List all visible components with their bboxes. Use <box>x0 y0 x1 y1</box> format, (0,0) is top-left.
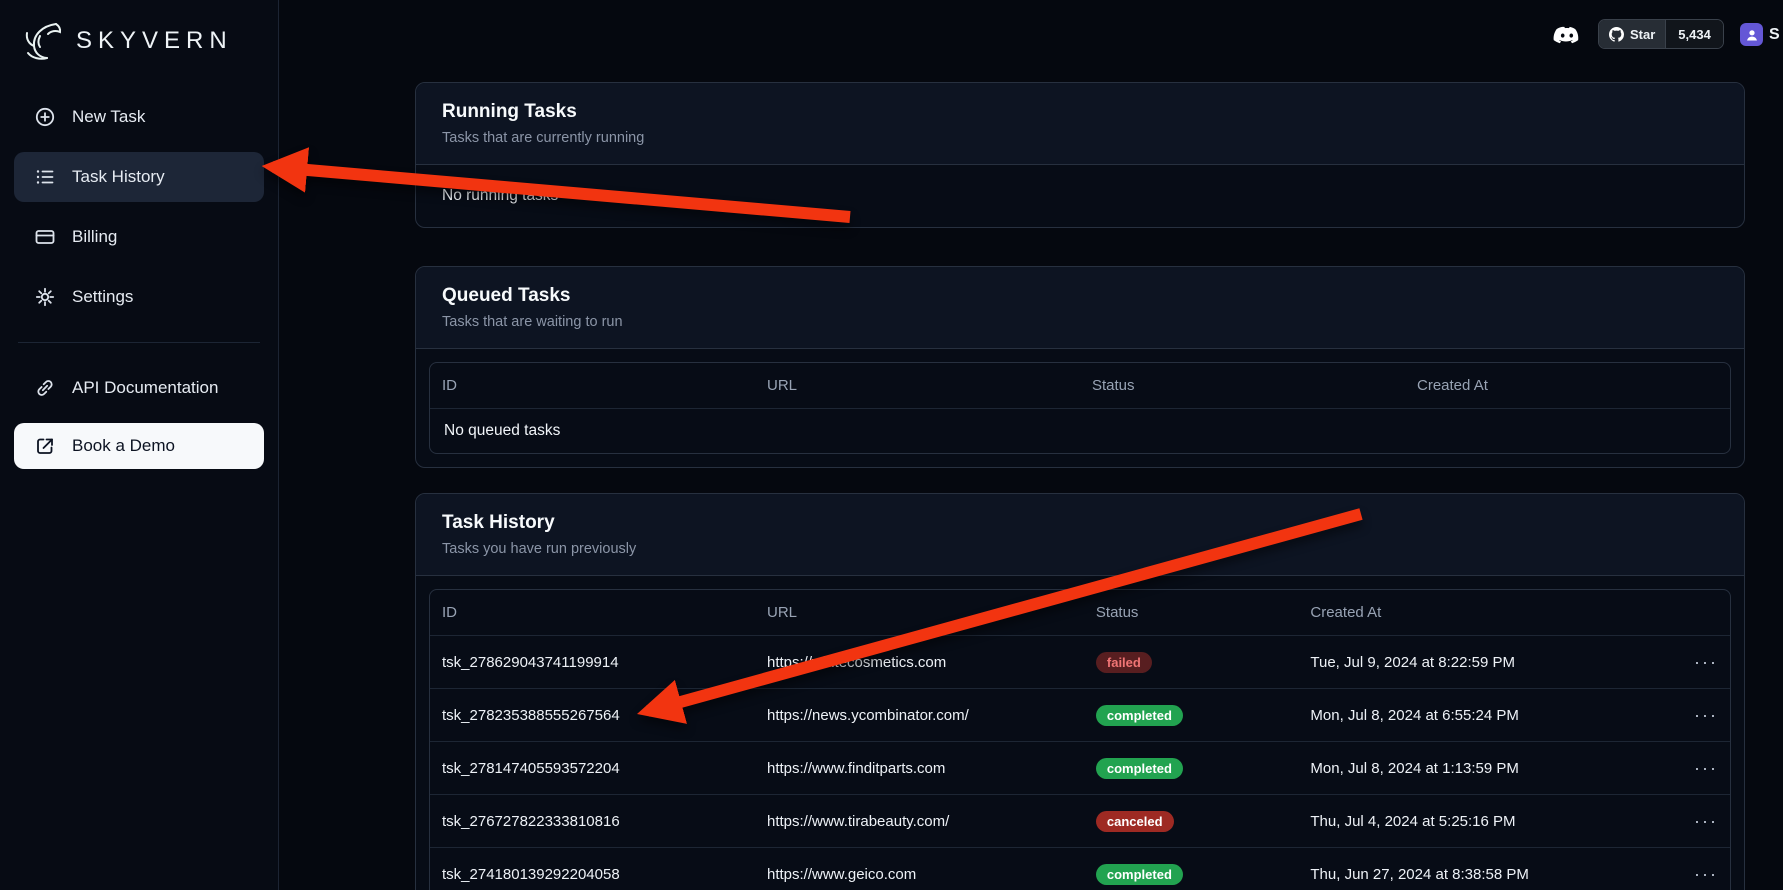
github-star-label: Star <box>1630 27 1655 42</box>
card-title: Task History <box>442 512 1718 534</box>
task-url: https://www.geico.com <box>755 866 1084 883</box>
queued-tasks-empty: No queued tasks <box>430 408 1730 453</box>
sidebar-item-api-documentation[interactable]: API Documentation <box>14 363 264 413</box>
external-link-icon <box>34 435 56 457</box>
row-actions-button[interactable]: ··· <box>1682 758 1730 779</box>
sidebar-item-label: Task History <box>72 167 165 187</box>
task-id: tsk_278629043741199914 <box>430 654 755 671</box>
gear-icon <box>34 286 56 308</box>
task-history-card: Task History Tasks you have run previous… <box>415 493 1745 890</box>
task-id: tsk_278147405593572204 <box>430 760 755 777</box>
column-header-created: Created At <box>1405 377 1730 394</box>
task-url: https://news.ycombinator.com/ <box>755 707 1084 724</box>
running-tasks-header: Running Tasks Tasks that are currently r… <box>416 83 1744 165</box>
table-header-row: ID URL Status Created At <box>430 590 1730 635</box>
sidebar-nav: New Task Task History Billing <box>14 92 264 469</box>
task-id: tsk_276727822333810816 <box>430 813 755 830</box>
row-actions-button[interactable]: ··· <box>1682 864 1730 885</box>
running-tasks-empty: No running tasks <box>416 165 1744 227</box>
task-id: tsk_278235388555267564 <box>430 707 755 724</box>
task-row[interactable]: tsk_276727822333810816 https://www.tirab… <box>430 794 1730 847</box>
column-header-status: Status <box>1080 377 1405 394</box>
sidebar-item-label: Settings <box>72 287 133 307</box>
sidebar: SKYVERN New Task Task History <box>0 0 279 890</box>
column-header-url: URL <box>755 604 1084 621</box>
column-header-status: Status <box>1084 604 1299 621</box>
status-badge: completed <box>1096 758 1183 779</box>
link-icon <box>34 377 56 399</box>
list-icon <box>34 166 56 188</box>
plus-circle-icon <box>34 106 56 128</box>
github-star-button[interactable]: Star <box>1599 20 1665 48</box>
sidebar-item-label: API Documentation <box>72 378 218 398</box>
task-row[interactable]: tsk_278629043741199914 https://whitecosm… <box>430 635 1730 688</box>
card-subtitle: Tasks that are waiting to run <box>442 314 1718 330</box>
sidebar-item-task-history[interactable]: Task History <box>14 152 264 202</box>
skyvern-dragon-icon <box>20 20 66 62</box>
queued-tasks-table: ID URL Status Created At No queued tasks <box>429 362 1731 454</box>
row-actions-button[interactable]: ··· <box>1682 811 1730 832</box>
queued-tasks-card: Queued Tasks Tasks that are waiting to r… <box>415 266 1745 468</box>
sidebar-item-new-task[interactable]: New Task <box>14 92 264 142</box>
github-star-widget[interactable]: Star 5,434 <box>1598 19 1724 49</box>
account-name: S <box>1769 26 1780 44</box>
card-title: Running Tasks <box>442 101 1718 123</box>
book-demo-label: Book a Demo <box>72 436 175 456</box>
sidebar-item-label: New Task <box>72 107 145 127</box>
task-created-at: Mon, Jul 8, 2024 at 1:13:59 PM <box>1298 760 1682 777</box>
column-header-created: Created At <box>1298 604 1682 621</box>
task-url: https://whitecosmetics.com <box>755 654 1084 671</box>
card-title: Queued Tasks <box>442 285 1718 307</box>
row-actions-button[interactable]: ··· <box>1682 705 1730 726</box>
book-demo-button[interactable]: Book a Demo <box>14 423 264 469</box>
row-actions-button[interactable]: ··· <box>1682 652 1730 673</box>
user-icon <box>1744 27 1760 43</box>
status-badge: completed <box>1096 864 1183 885</box>
github-star-count[interactable]: 5,434 <box>1665 20 1723 48</box>
sidebar-item-billing[interactable]: Billing <box>14 212 264 262</box>
app-root: SKYVERN New Task Task History <box>0 0 1783 890</box>
task-row[interactable]: tsk_278235388555267564 https://news.ycom… <box>430 688 1730 741</box>
discord-button[interactable] <box>1552 21 1582 51</box>
brand-name: SKYVERN <box>76 27 233 55</box>
task-created-at: Thu, Jul 4, 2024 at 5:25:16 PM <box>1298 813 1682 830</box>
task-created-at: Mon, Jul 8, 2024 at 6:55:24 PM <box>1298 707 1682 724</box>
table-header-row: ID URL Status Created At <box>430 363 1730 408</box>
status-badge: failed <box>1096 652 1152 673</box>
task-row[interactable]: tsk_274180139292204058 https://www.geico… <box>430 847 1730 890</box>
column-header-url: URL <box>755 377 1080 394</box>
sidebar-item-settings[interactable]: Settings <box>14 272 264 322</box>
discord-icon <box>1552 21 1582 51</box>
credit-card-icon <box>34 226 56 248</box>
queued-tasks-body: ID URL Status Created At No queued tasks <box>416 349 1744 467</box>
task-history-body: ID URL Status Created At tsk_27862904374… <box>416 576 1744 890</box>
card-subtitle: Tasks you have run previously <box>442 541 1718 557</box>
status-badge: completed <box>1096 705 1183 726</box>
task-history-table: ID URL Status Created At tsk_27862904374… <box>429 589 1731 890</box>
task-url: https://www.finditparts.com <box>755 760 1084 777</box>
github-icon <box>1609 27 1624 42</box>
sidebar-divider <box>18 342 260 343</box>
column-header-id: ID <box>430 604 755 621</box>
sidebar-item-label: Billing <box>72 227 117 247</box>
card-subtitle: Tasks that are currently running <box>442 130 1718 146</box>
task-url: https://www.tirabeauty.com/ <box>755 813 1084 830</box>
task-created-at: Tue, Jul 9, 2024 at 8:22:59 PM <box>1298 654 1682 671</box>
task-history-header: Task History Tasks you have run previous… <box>416 494 1744 576</box>
task-created-at: Thu, Jun 27, 2024 at 8:38:58 PM <box>1298 866 1682 883</box>
avatar[interactable] <box>1740 23 1763 46</box>
queued-tasks-header: Queued Tasks Tasks that are waiting to r… <box>416 267 1744 349</box>
brand-logo[interactable]: SKYVERN <box>14 14 264 66</box>
column-header-id: ID <box>430 377 755 394</box>
task-row[interactable]: tsk_278147405593572204 https://www.findi… <box>430 741 1730 794</box>
task-id: tsk_274180139292204058 <box>430 866 755 883</box>
status-badge: canceled <box>1096 811 1174 832</box>
running-tasks-card: Running Tasks Tasks that are currently r… <box>415 82 1745 228</box>
